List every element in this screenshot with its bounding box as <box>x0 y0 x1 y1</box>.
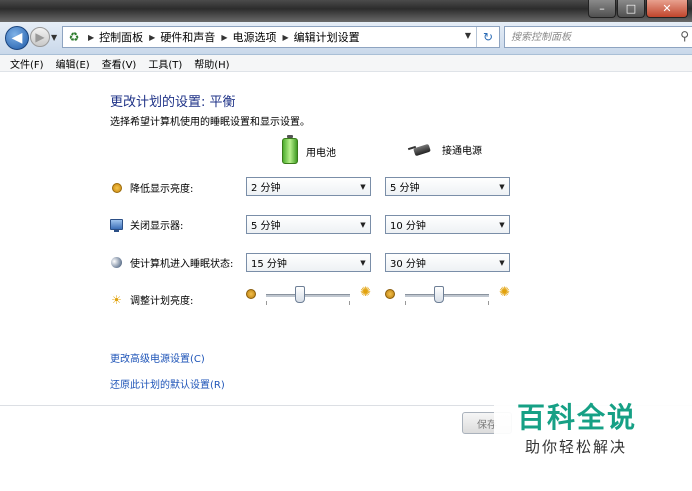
brightness-sun-icon: ☀ <box>111 292 122 307</box>
setting-label: 降低显示亮度: <box>130 184 194 195</box>
window-controls: – □ ✕ <box>588 0 688 18</box>
back-button[interactable]: ◀ <box>5 26 29 50</box>
breadcrumb-item-control-panel[interactable]: 控制面板 <box>99 29 143 45</box>
brightness-plugged-slider[interactable]: ✺ <box>385 285 510 305</box>
select-value: 5 分钟 <box>251 221 281 232</box>
brightness-low-icon <box>385 289 395 299</box>
chevron-down-icon: ▼ <box>499 220 505 229</box>
chevron-down-icon: ▼ <box>360 182 366 191</box>
dim-display-plugged-select[interactable]: 5 分钟 ▼ <box>385 177 510 196</box>
select-value: 5 分钟 <box>390 183 420 194</box>
menu-view[interactable]: 查看(V) <box>96 56 143 71</box>
setting-row-brightness: ☀ 调整计划亮度: <box>110 292 194 308</box>
sleep-battery-select[interactable]: 15 分钟 ▼ <box>246 253 371 272</box>
menu-help[interactable]: 帮助(H) <box>188 56 235 71</box>
setting-row-sleep: 使计算机进入睡眠状态: <box>110 255 233 270</box>
brightness-battery-slider[interactable]: ✺ <box>246 285 371 305</box>
breadcrumb-separator-icon: ▶ <box>88 32 95 42</box>
slider-thumb[interactable] <box>294 286 305 303</box>
maximize-button[interactable]: □ <box>617 0 645 18</box>
search-box[interactable]: ⚲ <box>504 26 692 48</box>
watermark-logo: 百科全说 <box>517 401 638 434</box>
slider-track[interactable] <box>266 294 350 297</box>
turn-off-display-battery-select[interactable]: 5 分钟 ▼ <box>246 215 371 234</box>
brightness-low-icon <box>246 289 256 299</box>
arrow-right-icon: ▶ <box>35 30 45 44</box>
window-titlebar: – □ ✕ <box>0 0 692 22</box>
slider-ticks <box>266 301 350 305</box>
breadcrumb-separator-icon[interactable]: ▶ <box>282 33 288 42</box>
menu-edit[interactable]: 编辑(E) <box>50 56 96 71</box>
sleep-moon-icon <box>110 256 123 269</box>
breadcrumb-item-power-options[interactable]: 电源选项 <box>232 29 276 45</box>
dim-display-battery-select[interactable]: 2 分钟 ▼ <box>246 177 371 196</box>
menu-file[interactable]: 文件(F) <box>0 56 50 71</box>
chevron-down-icon: ▼ <box>360 220 366 229</box>
menu-tools[interactable]: 工具(T) <box>142 56 188 71</box>
control-panel-icon: ♻ <box>68 30 80 44</box>
menu-bar: 文件(F) 编辑(E) 查看(V) 工具(T) 帮助(H) <box>0 55 692 72</box>
restore-defaults-link[interactable]: 还原此计划的默认设置(R) <box>110 376 225 391</box>
forward-button[interactable]: ▶ <box>30 27 50 47</box>
close-button[interactable]: ✕ <box>646 0 688 18</box>
breadcrumb-separator-icon[interactable]: ▶ <box>221 33 227 42</box>
breadcrumb-separator-icon[interactable]: ▶ <box>149 33 155 42</box>
power-plug-icon <box>407 143 434 157</box>
select-value: 15 分钟 <box>251 259 287 270</box>
page-title: 更改计划的设置: 平衡 <box>110 95 236 110</box>
refresh-icon: ↻ <box>482 30 494 44</box>
setting-label: 使计算机进入睡眠状态: <box>130 259 234 270</box>
address-dropdown-chevron-down-icon[interactable]: ▼ <box>465 31 471 40</box>
brightness-high-icon: ✺ <box>360 285 371 300</box>
column-header-battery: 用电池 <box>282 135 336 164</box>
chevron-down-icon: ▼ <box>360 258 366 267</box>
address-bar[interactable]: ♻ ▶ 控制面板 ▶ 硬件和声音 ▶ 电源选项 ▶ 编辑计划设置 ▼ ↻ <box>62 26 500 48</box>
column-header-plugged: 接通电源 <box>407 142 482 157</box>
monitor-icon <box>110 218 123 232</box>
setting-label: 调整计划亮度: <box>130 296 194 307</box>
page-subtitle: 选择希望计算机使用的睡眠设置和显示设置。 <box>110 117 310 128</box>
select-value: 10 分钟 <box>390 221 426 232</box>
breadcrumb-item-edit-plan[interactable]: 编辑计划设置 <box>294 29 360 45</box>
battery-icon <box>282 135 298 164</box>
sleep-plugged-select[interactable]: 30 分钟 ▼ <box>385 253 510 272</box>
navigation-bar: ◀ ▶ ▼ ♻ ▶ 控制面板 ▶ 硬件和声音 ▶ 电源选项 ▶ 编辑计划设置 ▼… <box>0 22 692 55</box>
minimize-button[interactable]: – <box>588 0 616 18</box>
main-content: 更改计划的设置: 平衡 选择希望计算机使用的睡眠设置和显示设置。 用电池 接通电… <box>0 72 692 491</box>
brightness-high-icon: ✺ <box>499 285 510 300</box>
slider-thumb[interactable] <box>433 286 444 303</box>
select-value: 2 分钟 <box>251 183 281 194</box>
select-value: 30 分钟 <box>390 259 426 270</box>
setting-row-turn-off-display: 关闭显示器: <box>110 217 183 232</box>
breadcrumb: ▶ 控制面板 ▶ 硬件和声音 ▶ 电源选项 ▶ 编辑计划设置 <box>82 29 360 45</box>
chevron-down-icon: ▼ <box>499 182 505 191</box>
column-label-plugged: 接通电源 <box>442 146 482 157</box>
refresh-button[interactable]: ↻ <box>476 27 499 47</box>
setting-row-dim-display: 降低显示亮度: <box>110 180 193 195</box>
search-icon[interactable]: ⚲ <box>680 29 689 43</box>
chevron-down-icon: ▼ <box>499 258 505 267</box>
breadcrumb-item-hardware-sound[interactable]: 硬件和声音 <box>160 29 215 45</box>
column-label-battery: 用电池 <box>306 147 336 159</box>
setting-label: 关闭显示器: <box>130 221 184 232</box>
advanced-power-settings-link[interactable]: 更改高级电源设置(C) <box>110 350 205 365</box>
watermark-tagline: 助你轻松解决 <box>525 438 628 456</box>
dim-display-icon <box>110 181 123 194</box>
recent-pages-chevron-down-icon[interactable]: ▼ <box>51 33 57 42</box>
slider-ticks <box>405 301 489 305</box>
arrow-left-icon: ◀ <box>11 30 23 46</box>
turn-off-display-plugged-select[interactable]: 10 分钟 ▼ <box>385 215 510 234</box>
slider-track[interactable] <box>405 294 489 297</box>
search-input[interactable] <box>509 27 663 47</box>
